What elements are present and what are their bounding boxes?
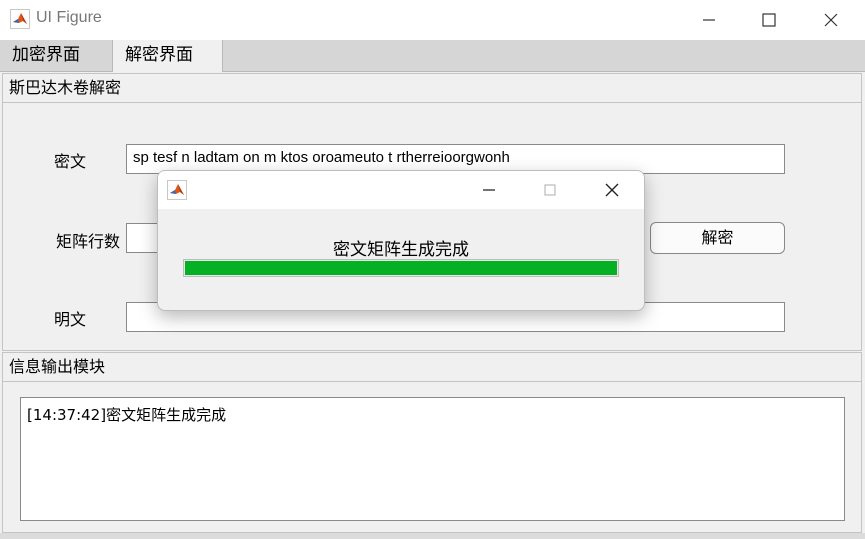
matlab-logo-icon: [10, 9, 30, 29]
minimize-icon: [703, 19, 715, 21]
dialog-titlebar[interactable]: [158, 171, 644, 209]
ciphertext-label: 密文: [54, 152, 87, 171]
minimize-button[interactable]: [686, 0, 732, 40]
bottom-edge: [0, 533, 865, 539]
close-button[interactable]: [808, 0, 854, 40]
progress-message: 密文矩阵生成完成: [333, 240, 469, 260]
close-icon: [824, 13, 838, 27]
dialog-minimize-button[interactable]: [465, 171, 511, 209]
decrypt-panel-title: 斯巴达木卷解密: [3, 74, 861, 103]
tab-encrypt[interactable]: 加密界面: [0, 40, 111, 71]
plaintext-label: 明文: [54, 310, 87, 329]
progress-dialog: 密文矩阵生成完成: [157, 170, 645, 311]
matrix-rows-label: 矩阵行数: [56, 232, 121, 251]
dialog-maximize-button: [526, 171, 572, 209]
maximize-button[interactable]: [746, 0, 792, 40]
window-title: UI Figure: [36, 9, 102, 26]
close-icon: [605, 183, 619, 197]
tab-bar: 加密界面 解密界面: [0, 40, 865, 72]
progress-bar: [183, 259, 619, 277]
minimize-icon: [483, 189, 495, 191]
maximize-icon: [762, 13, 776, 27]
matlab-logo-icon: [167, 180, 187, 200]
dialog-close-button[interactable]: [588, 171, 634, 209]
decrypt-button[interactable]: 解密: [650, 222, 785, 254]
tab-decrypt[interactable]: 解密界面: [112, 40, 223, 72]
log-output[interactable]: [14:37:42]密文矩阵生成完成: [20, 397, 845, 521]
maximize-icon: [544, 184, 556, 196]
window-titlebar[interactable]: UI Figure: [0, 0, 865, 40]
progress-bar-fill: [185, 261, 617, 275]
log-panel-title: 信息输出模块: [3, 353, 861, 382]
